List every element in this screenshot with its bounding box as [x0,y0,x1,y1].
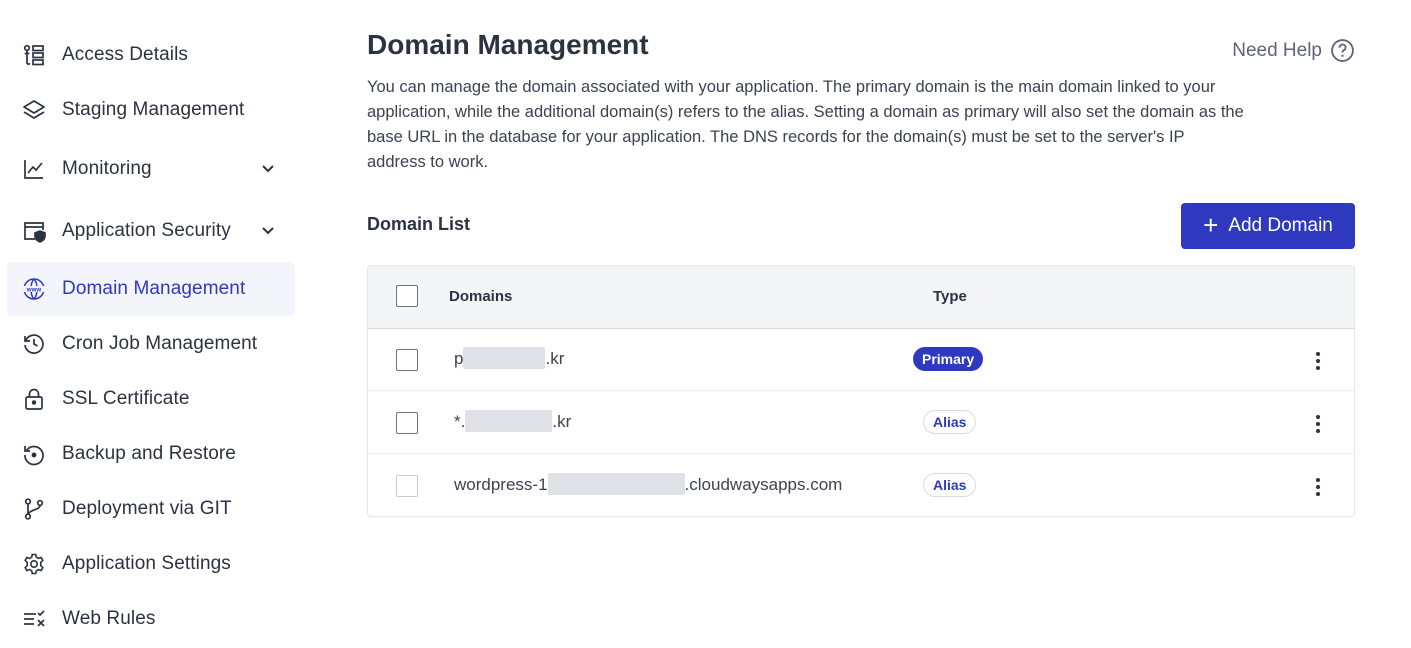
layers-icon [21,97,47,123]
domain-prefix: wordpress-1 [454,475,548,494]
type-badge-alias: Alias [923,410,977,434]
domain-list-title: Domain List [367,214,471,234]
domain-suffix: .kr [552,412,572,431]
www-globe-icon: www [21,276,47,302]
sidebar-item-access-details[interactable]: Access Details [7,28,295,82]
sidebar-item-deployment-via-git[interactable]: Deployment via GIT [7,482,295,536]
table-row: *. .kr Alias [368,392,1354,454]
sidebar-item-label: Access Details [62,44,188,65]
table-row: wordpress-1 .cloudwaysapps.com Alias [368,455,1354,516]
sidebar-item-staging-management[interactable]: Staging Management [7,83,295,137]
more-options-icon[interactable] [1310,413,1326,435]
main-content: Domain Management Need Help You can mana… [367,0,1357,648]
redacted-block [463,346,546,369]
sidebar-item-backup-and-restore[interactable]: Backup and Restore [7,427,295,481]
select-all-checkbox[interactable] [396,285,418,307]
table-row: p .kr Primary [368,329,1354,391]
sidebar-item-web-rules[interactable]: Web Rules [7,592,295,646]
chevron-down-icon[interactable] [259,160,277,178]
sidebar-item-label: SSL Certificate [62,388,190,409]
question-circle-icon [1331,39,1354,62]
sidebar-item-label: Staging Management [62,99,245,120]
add-domain-label: Add Domain [1228,215,1333,236]
app-root: Access Details Staging Management Monito… [0,0,1411,648]
sidebar-item-application-security[interactable]: Application Security [7,204,295,258]
need-help-label: Need Help [1232,39,1322,61]
sidebar: Access Details Staging Management Monito… [0,0,300,648]
plus-icon: + [1203,210,1219,240]
page-title: Domain Management [367,29,649,60]
sidebar-item-cron-job-management[interactable]: Cron Job Management [7,317,295,371]
browser-shield-icon [21,218,47,244]
type-badge-primary: Primary [913,347,984,371]
sidebar-item-monitoring[interactable]: Monitoring [7,142,295,196]
add-domain-button[interactable]: + Add Domain [1181,203,1355,249]
restore-icon [21,441,47,467]
history-clock-icon [21,331,47,357]
domain-suffix: .cloudwaysapps.com [684,475,843,494]
domain-table: Domains Type p .kr Primary *. .kr Alias [367,265,1355,517]
domain-suffix: .kr [545,349,565,368]
more-options-icon[interactable] [1310,350,1326,372]
domain-prefix: p [454,349,464,368]
table-header: Domains Type [368,266,1354,329]
chart-line-icon [21,156,47,182]
sidebar-item-label: Deployment via GIT [62,498,232,519]
row-checkbox[interactable] [396,412,418,434]
sidebar-item-label: Cron Job Management [62,333,258,354]
chevron-down-icon[interactable] [259,222,277,240]
sidebar-item-label: Monitoring [62,158,152,179]
list-x-icon [21,606,47,632]
gear-icon [21,551,47,577]
sidebar-item-label: Domain Management [62,278,246,299]
access-details-icon [21,42,47,68]
redacted-block [547,472,685,495]
svg-text:www: www [26,286,42,293]
more-options-icon[interactable] [1310,476,1326,498]
sidebar-item-application-settings[interactable]: Application Settings [7,537,295,591]
sidebar-item-ssl-certificate[interactable]: SSL Certificate [7,372,295,426]
column-header-domains: Domains [449,288,513,305]
row-checkbox[interactable] [396,349,418,371]
lock-icon [21,386,47,412]
domain-name: p .kr [454,346,565,369]
page-description: You can manage the domain associated wit… [367,78,1244,171]
sidebar-item-label: Application Security [62,220,231,241]
type-badge-alias: Alias [923,473,977,497]
sidebar-item-label: Web Rules [62,608,156,629]
domain-name: wordpress-1 .cloudwaysapps.com [454,472,843,495]
domain-prefix: *. [454,412,466,431]
sidebar-item-label: Backup and Restore [62,443,236,464]
domain-name: *. .kr [454,409,572,432]
git-branch-icon [21,496,47,522]
sidebar-item-label: Application Settings [62,553,231,574]
redacted-block [465,409,553,432]
need-help-link[interactable]: Need Help [1232,38,1355,63]
row-checkbox[interactable] [396,475,418,497]
sidebar-item-domain-management[interactable]: www Domain Management [7,262,295,316]
column-header-type: Type [933,288,967,305]
